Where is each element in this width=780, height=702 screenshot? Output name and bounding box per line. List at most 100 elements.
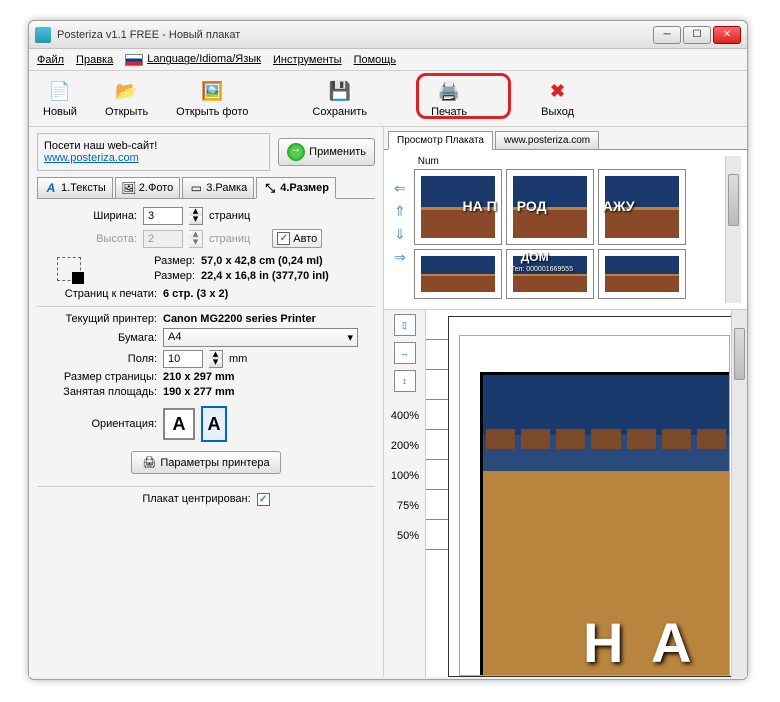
app-icon (35, 27, 51, 43)
zoom-50[interactable]: 50% (386, 530, 419, 542)
printer-name: Canon MG2200 series Printer (163, 313, 316, 325)
save-button[interactable]: 💾Сохранить (306, 78, 373, 120)
size-tab-icon: ⤡ (263, 181, 277, 195)
close-button[interactable]: ✕ (713, 26, 741, 44)
fit-width-icon[interactable]: ↔ (394, 342, 416, 364)
num-label: Num (414, 156, 717, 167)
paper-select[interactable]: A4▾ (163, 328, 358, 347)
centered-checkbox[interactable]: ✓ (257, 493, 270, 506)
height-input: 2 (143, 230, 183, 248)
open-photo-icon: 🖼️ (200, 80, 224, 104)
tab-photo[interactable]: 🖼2.Фото (115, 177, 180, 198)
tab-frame[interactable]: ▭3.Рамка (182, 177, 254, 198)
new-icon: 📄 (48, 80, 72, 104)
flag-icon (125, 54, 143, 66)
width-label: Ширина: (77, 210, 137, 222)
ruler (426, 310, 448, 677)
window-title: Posteriza v1.1 FREE - Новый плакат (57, 29, 653, 41)
exit-icon: ✖ (546, 80, 570, 104)
tab-texts[interactable]: A1.Тексты (37, 177, 113, 198)
settings-tabs: A1.Тексты 🖼2.Фото ▭3.Рамка ⤡4.Размер (37, 177, 375, 199)
new-button[interactable]: 📄Новый (37, 78, 83, 120)
detail-scrollbar[interactable] (731, 310, 747, 677)
open-icon: 📂 (115, 80, 139, 104)
zoom-75[interactable]: 75% (386, 500, 419, 512)
page-detail-view[interactable]: Н А (426, 310, 747, 677)
zoom-400[interactable]: 400% (386, 410, 419, 422)
zoom-200[interactable]: 200% (386, 440, 419, 452)
page-size: 210 x 297 mm (163, 371, 235, 383)
print-button[interactable]: 🖨️Печать (425, 78, 473, 120)
website-box: Посети наш web-сайт! www.posteriza.com (37, 133, 270, 171)
arrow-down-icon[interactable]: ⇓ (394, 226, 406, 243)
pages-value: 6 стр. (3 x 2) (163, 288, 228, 300)
menu-file[interactable]: Файл (37, 54, 64, 66)
open-photo-button[interactable]: 🖼️Открыть фото (170, 78, 254, 120)
printer-label: Текущий принтер: (57, 313, 157, 325)
zoom-column: ▯ ↔ ↕ 400% 200% 100% 75% 50% (384, 310, 426, 677)
printer-params-button[interactable]: 🖨 Параметры принтера (131, 451, 280, 474)
arrow-up-icon[interactable]: ⇑ (394, 203, 406, 220)
arrow-right-icon[interactable]: ⇒ (394, 249, 406, 266)
auto-checkbox[interactable]: ✓ Авто (272, 229, 322, 248)
title-bar: Posteriza v1.1 FREE - Новый плакат ─ ☐ ✕ (29, 21, 747, 49)
grid-scrollbar[interactable] (725, 156, 741, 303)
text-icon: A (44, 181, 58, 195)
apply-button[interactable]: Применить (278, 138, 375, 166)
arrow-left-icon[interactable]: ⇐ (394, 180, 406, 197)
poster-grid-preview: ⇐ ⇑ ⇓ ⇒ Num НА П РОД АЖУ ДОМТел: 0000016… (384, 150, 747, 310)
tab-size[interactable]: ⤡4.Размер (256, 177, 336, 199)
size-cm: 57,0 x 42,8 cm (0,24 mI) (201, 255, 323, 267)
poster-text-fragment: Н А (583, 610, 697, 675)
width-unit: страниц (209, 210, 250, 222)
photo-icon: 🖼 (122, 181, 136, 195)
open-button[interactable]: 📂Открыть (99, 78, 154, 120)
menu-edit[interactable]: Правка (76, 54, 113, 66)
right-panel: Просмотр Плаката www.posteriza.com ⇐ ⇑ ⇓… (384, 127, 747, 677)
orientation-portrait[interactable]: A (201, 406, 227, 442)
width-input[interactable]: 3 (143, 207, 183, 225)
height-spinner: ▴▾ (189, 230, 203, 248)
poster-page-3[interactable]: АЖУ (598, 169, 686, 245)
printer-icon: 🖨 (142, 456, 156, 469)
menu-tools[interactable]: Инструменты (273, 54, 342, 66)
tab-website[interactable]: www.posteriza.com (495, 131, 599, 149)
orientation-landscape[interactable]: A (163, 408, 195, 440)
menu-help[interactable]: Помощь (354, 54, 397, 66)
page-size-label: Размер страницы: (57, 371, 157, 383)
fit-page-icon[interactable]: ▯ (394, 314, 416, 336)
apply-icon (287, 143, 305, 161)
exit-button[interactable]: ✖Выход (535, 78, 580, 120)
margin-input[interactable]: 10 (163, 350, 203, 368)
margin-label: Поля: (57, 353, 157, 365)
toolbar: 📄Новый 📂Открыть 🖼️Открыть фото 💾Сохранит… (29, 71, 747, 127)
poster-page-5[interactable]: ДОМТел: 000001669555 (506, 249, 594, 299)
maximize-button[interactable]: ☐ (683, 26, 711, 44)
height-label: Высота: (77, 233, 137, 245)
tab-preview[interactable]: Просмотр Плаката (388, 131, 493, 150)
print-area: 190 x 277 mm (163, 386, 235, 398)
poster-page-6[interactable] (598, 249, 686, 299)
size-in: 22,4 x 16,8 in (377,70 inI) (201, 270, 329, 282)
pages-label: Страниц к печати: (57, 288, 157, 300)
save-icon: 💾 (328, 80, 352, 104)
zoom-100[interactable]: 100% (386, 470, 419, 482)
height-unit: страниц (209, 233, 250, 245)
dimension-icon (57, 257, 81, 281)
menu-language[interactable]: Language/Idioma/Язык (125, 53, 261, 65)
poster-page-1[interactable]: НА П (414, 169, 502, 245)
centered-label: Плакат центрирован: (142, 493, 250, 506)
minimize-button[interactable]: ─ (653, 26, 681, 44)
menu-bar: Файл Правка Language/Idioma/Язык Инструм… (29, 49, 747, 71)
paper-label: Бумага: (57, 332, 157, 344)
margin-spinner[interactable]: ▴▾ (209, 350, 223, 368)
website-label: Посети наш web-сайт! (44, 140, 263, 152)
fit-height-icon[interactable]: ↕ (394, 370, 416, 392)
poster-page-4[interactable] (414, 249, 502, 299)
width-spinner[interactable]: ▴▾ (189, 207, 203, 225)
website-link[interactable]: www.posteriza.com (44, 152, 139, 164)
poster-page-2[interactable]: РОД (506, 169, 594, 245)
print-icon: 🖨️ (437, 80, 461, 104)
print-area-label: Занятая площадь: (57, 386, 157, 398)
frame-icon: ▭ (189, 181, 203, 195)
